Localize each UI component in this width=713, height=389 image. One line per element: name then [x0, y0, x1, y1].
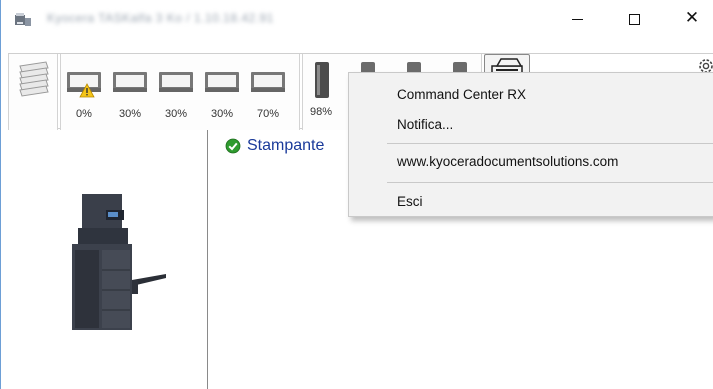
toner-black-level: 98%	[309, 106, 333, 118]
warning-icon	[79, 83, 95, 98]
printer-app-icon	[15, 13, 31, 26]
status-monitor-window: Kyocera TASKalfa 3 Ko / 1.10.18.42.91 ✕	[0, 0, 713, 389]
tray-3-level: 30%	[164, 108, 188, 120]
device-image-panel	[8, 130, 208, 389]
paper-trays-group: 0% 30% 30% 30% 70%	[60, 54, 300, 130]
status-label: Stampante	[247, 137, 325, 154]
toner-black[interactable]: 98%	[307, 60, 337, 124]
printer-device-image	[72, 194, 166, 330]
tray-3[interactable]: 30%	[158, 68, 194, 128]
minimize-icon	[571, 18, 583, 20]
menu-item-command-center-rx[interactable]: Command Center RX	[350, 82, 713, 108]
minimize-button[interactable]	[554, 0, 600, 36]
context-menu: Command Center RX Notifica... www.kyocer…	[348, 72, 713, 217]
paper-stack-group[interactable]	[8, 54, 58, 130]
tray-2-level: 30%	[118, 108, 142, 120]
paper-tray-icon	[251, 72, 285, 92]
paper-tray-icon	[113, 72, 147, 92]
window-title: Kyocera TASKalfa 3 Ko / 1.10.18.42.91	[47, 11, 274, 25]
title-bar: Kyocera TASKalfa 3 Ko / 1.10.18.42.91 ✕	[1, 0, 713, 36]
tray-5[interactable]: 70%	[250, 68, 286, 128]
paper-stack-icon	[19, 61, 49, 97]
tray-4[interactable]: 30%	[204, 68, 240, 128]
printer-status: Stampante	[225, 137, 324, 155]
toner-cartridge-icon	[315, 62, 329, 98]
tray-1-level: 0%	[76, 108, 92, 120]
menu-item-esci[interactable]: Esci	[350, 189, 713, 215]
menu-separator	[387, 182, 713, 183]
paper-tray-icon	[205, 72, 239, 92]
tray-4-level: 30%	[210, 108, 234, 120]
tray-5-level: 70%	[256, 108, 280, 120]
menu-separator	[387, 143, 713, 144]
maximize-button[interactable]	[611, 0, 657, 36]
menu-item-notifica[interactable]: Notifica...	[350, 112, 713, 138]
close-button[interactable]: ✕	[669, 0, 713, 36]
check-icon	[225, 138, 241, 154]
paper-tray-icon	[159, 72, 193, 92]
maximize-icon	[628, 13, 640, 25]
tray-2[interactable]: 30%	[112, 68, 148, 128]
close-icon: ✕	[684, 8, 700, 28]
tray-1[interactable]: 0%	[66, 68, 102, 128]
menu-item-kyocera-website[interactable]: www.kyoceradocumentsolutions.com	[350, 149, 713, 175]
